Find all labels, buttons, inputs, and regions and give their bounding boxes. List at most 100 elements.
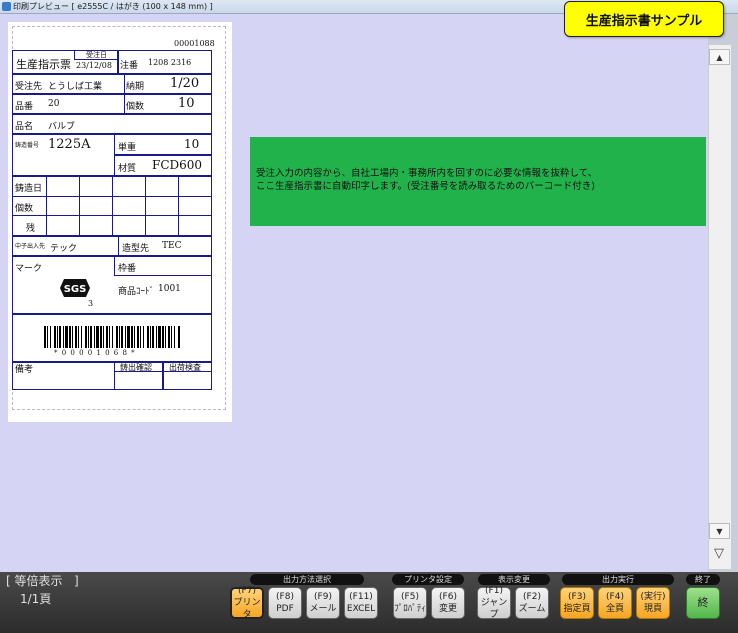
remarks-label: 備考 bbox=[15, 365, 34, 375]
barcode-bar bbox=[125, 326, 126, 348]
casting-no-label: 鋳造番号 bbox=[15, 142, 40, 149]
part-no: 20 bbox=[48, 99, 60, 109]
group-output-exec: 出力実行 bbox=[562, 574, 674, 585]
barcode bbox=[44, 326, 182, 348]
key-code: (実行) bbox=[640, 592, 666, 602]
chevron-up-icon: ▲ bbox=[716, 52, 723, 62]
unit-weight-label: 単重 bbox=[118, 143, 137, 153]
barcode-bar bbox=[137, 326, 139, 348]
barcode-bar bbox=[116, 326, 118, 348]
cast-grid-col5 bbox=[178, 176, 212, 236]
barcode-bar bbox=[131, 326, 133, 348]
barcode-bar bbox=[50, 326, 51, 348]
barcode-bar bbox=[75, 326, 77, 348]
note-line-1: 受注入力の内容から、自社工場内・事務所内を回すのに必要な情報を抜粋して、 bbox=[256, 168, 598, 179]
mold: TEC bbox=[162, 241, 182, 251]
mark-label: マーク bbox=[15, 264, 43, 274]
group-printer-settings: プリンタ設定 bbox=[392, 574, 464, 585]
barcode-bar bbox=[65, 326, 68, 348]
part-no-label: 品番 bbox=[15, 102, 34, 112]
key-label: EXCEL bbox=[346, 604, 376, 614]
barcode-bar bbox=[85, 326, 87, 348]
barcode-bar bbox=[88, 326, 89, 348]
function-bar: [ 等倍表示 ] 1/1頁 出力方法選択 プリンタ設定 表示変更 出力実行 終了… bbox=[0, 572, 738, 633]
key-code: (F8) bbox=[276, 592, 294, 602]
vertical-scrollbar[interactable]: ▲ ▼ bbox=[708, 45, 731, 569]
order-date: 23/12/08 bbox=[76, 61, 112, 70]
barcode-bar bbox=[121, 326, 123, 348]
preview-area[interactable]: 00001088 生産指示票 受注日 23/12/08 注番 1208 2316… bbox=[0, 14, 708, 572]
window-title: 印刷プレビュー [ e2555C / はがき (100 x 148 mm) ] bbox=[13, 2, 213, 11]
row-part-name bbox=[12, 114, 212, 134]
scroll-end-icon[interactable]: ▽ bbox=[708, 542, 730, 564]
key-label: 全頁 bbox=[605, 604, 624, 614]
barcode-bar bbox=[152, 326, 154, 348]
barcode-bar bbox=[158, 326, 161, 348]
f8-pdf-button[interactable]: (F8) PDF bbox=[268, 587, 302, 619]
cast-grid-col1 bbox=[46, 176, 80, 236]
barcode-bar bbox=[178, 326, 180, 348]
key-code: (F2) bbox=[523, 592, 541, 602]
maker-label: 中子出入先 bbox=[15, 243, 46, 250]
customer-label: 受注先 bbox=[15, 82, 43, 92]
customer: とうしば工業 bbox=[48, 82, 103, 92]
remain-label: 残 bbox=[26, 224, 36, 234]
qty-label: 個数 bbox=[126, 102, 145, 112]
key-label: 指定頁 bbox=[563, 604, 591, 614]
f5-property-button[interactable]: (F5) ﾌﾟﾛﾊﾟﾃｨ bbox=[393, 587, 427, 619]
due: 1/20 bbox=[170, 76, 200, 91]
barcode-bar bbox=[57, 326, 58, 348]
unit-weight: 10 bbox=[184, 137, 200, 151]
barcode-bar bbox=[96, 326, 99, 348]
key-label: プリンタ bbox=[233, 598, 261, 620]
f6-change-button[interactable]: (F6) 変更 bbox=[431, 587, 465, 619]
barcode-bar bbox=[81, 326, 82, 348]
production-form: 00001088 生産指示票 受注日 23/12/08 注番 1208 2316… bbox=[12, 36, 215, 406]
barcode-bar bbox=[94, 326, 95, 348]
product-code-label: 商品ｺｰﾄﾞ bbox=[118, 287, 155, 297]
barcode-bar bbox=[47, 326, 48, 348]
group-output-method: 出力方法選択 bbox=[250, 574, 364, 585]
group-end: 終了 bbox=[686, 574, 720, 585]
barcode-bar bbox=[78, 326, 79, 348]
key-label: 変更 bbox=[438, 604, 457, 614]
f9-mail-button[interactable]: (F9) メール bbox=[306, 587, 340, 619]
cast-date-label: 鋳造日 bbox=[15, 184, 43, 194]
casting-no: 1225A bbox=[48, 137, 91, 152]
part-name: バルブ bbox=[48, 122, 76, 132]
part-name-label: 品名 bbox=[15, 122, 34, 132]
key-label: 終 bbox=[697, 596, 709, 609]
count-label: 個数 bbox=[15, 204, 34, 214]
barcode-bar bbox=[150, 326, 151, 348]
cast-grid-col3 bbox=[112, 176, 146, 236]
barcode-bar bbox=[119, 326, 120, 348]
f3-page-range-button[interactable]: (F3) 指定頁 bbox=[560, 587, 594, 619]
scroll-up-button[interactable]: ▲ bbox=[709, 49, 730, 65]
order-no-label: 注番 bbox=[120, 61, 139, 71]
barcode-bar bbox=[168, 326, 170, 348]
key-code: (F11) bbox=[349, 592, 373, 602]
maker: テック bbox=[50, 244, 78, 254]
barcode-text: * 0 0 0 0 1 0 6 8 * bbox=[54, 349, 136, 357]
barcode-bar bbox=[109, 326, 110, 348]
scroll-down-button[interactable]: ▼ bbox=[709, 523, 730, 539]
mold-label: 造型先 bbox=[122, 244, 150, 254]
exec-current-page-button[interactable]: (実行) 現頁 bbox=[636, 587, 670, 619]
barcode-bar bbox=[90, 326, 92, 348]
form-serial: 00001088 bbox=[174, 39, 215, 48]
app-icon bbox=[2, 2, 11, 11]
zoom-label: [ 等倍表示 ] bbox=[6, 574, 79, 588]
f4-all-pages-button[interactable]: (F4) 全頁 bbox=[598, 587, 632, 619]
end-button[interactable]: 終 bbox=[686, 587, 720, 619]
f2-zoom-button[interactable]: (F2) ズーム bbox=[515, 587, 549, 619]
due-label: 納期 bbox=[126, 82, 145, 92]
f11-excel-button[interactable]: (F11) EXCEL bbox=[344, 587, 378, 619]
form-title: 生産指示票 bbox=[16, 58, 71, 71]
key-code: (F5) bbox=[401, 592, 419, 602]
chevron-down-icon: ▼ bbox=[716, 526, 723, 536]
f1-jump-button[interactable]: (F1) ジャンプ bbox=[477, 586, 511, 620]
frame-no-label: 枠番 bbox=[118, 264, 137, 274]
sample-stamp: 生産指示書サンプル bbox=[564, 1, 724, 37]
group-display-change: 表示変更 bbox=[478, 574, 550, 585]
f7-printer-button[interactable]: (F7) プリンタ bbox=[230, 586, 264, 620]
